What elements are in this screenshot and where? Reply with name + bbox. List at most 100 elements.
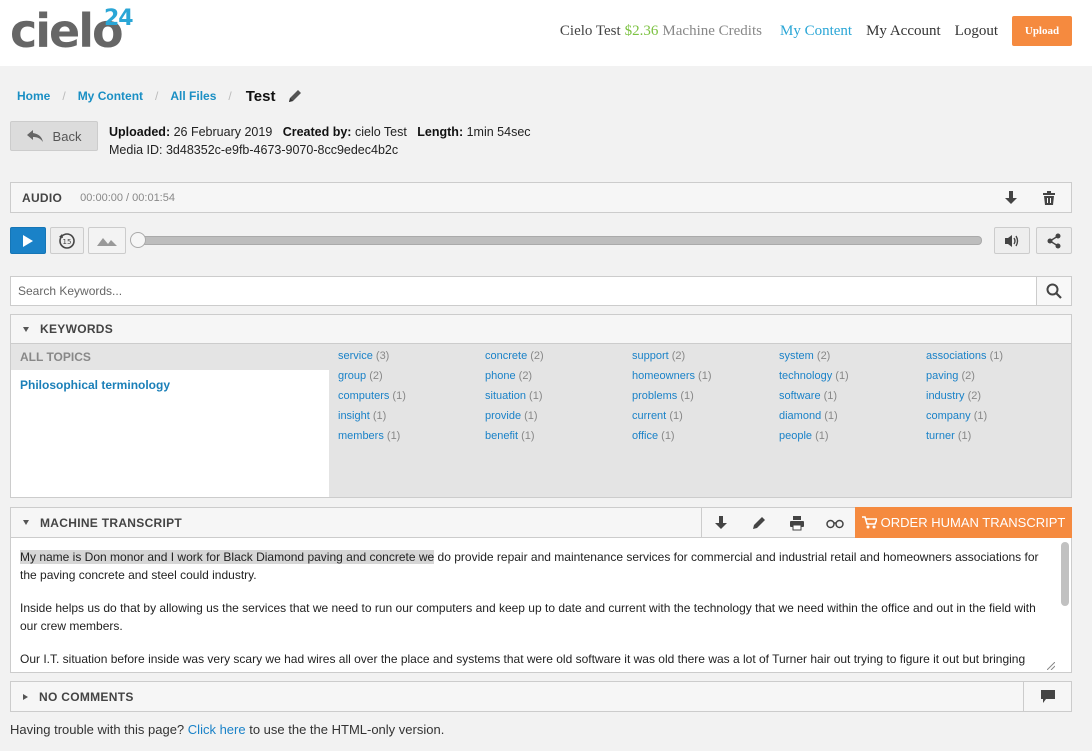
credits-amount: $2.36 [624,22,659,39]
keyword-item[interactable]: members (1) [338,430,400,442]
search-button[interactable] [1036,277,1071,305]
keyword-count: (2) [518,370,533,382]
comments-title: NO COMMENTS [39,689,134,704]
trash-icon[interactable] [1041,190,1057,206]
length-label: Length: [417,125,464,139]
transcript-view-button[interactable] [816,507,854,538]
keyword-item[interactable]: homeowners (1) [632,370,712,382]
keyword-item[interactable]: paving (2) [926,370,975,382]
keyword-item[interactable]: current (1) [632,410,683,422]
html-only-link[interactable]: Click here [188,722,246,737]
keyword-count: (1) [372,410,387,422]
caret-down-icon [23,520,29,525]
transcript-highlight: My name is Don monor and I work for Blac… [20,550,435,564]
keyword-word: situation [485,390,526,402]
keyword-item[interactable]: software (1) [779,390,837,402]
cielo24-logo[interactable]: cielo 24 [10,6,134,56]
transcript-text[interactable]: My name is Don monor and I work for Blac… [20,548,1050,672]
rewind-15-button[interactable]: 15 [50,227,84,254]
audio-title: AUDIO [22,190,63,205]
breadcrumb-home[interactable]: Home [17,89,50,103]
comment-icon [1041,690,1055,703]
speed-button[interactable] [88,227,126,254]
seek-bar[interactable] [134,236,982,245]
transcript-tools [701,507,854,538]
uploaded-label: Uploaded: [109,125,171,139]
pencil-icon[interactable] [287,88,303,104]
upload-button[interactable]: Upload [1012,16,1072,46]
keyword-item[interactable]: problems (1) [632,390,694,402]
play-button[interactable] [10,227,46,254]
search-input[interactable] [11,277,1037,305]
keyword-word: homeowners [632,370,695,382]
back-arrow-icon [26,130,43,142]
keyword-word: people [779,430,813,442]
transcript-header[interactable]: MACHINE TRANSCRIPT ORDER HUMAN TRANSCRIP… [10,507,1072,538]
keyword-item[interactable]: situation (1) [485,390,543,402]
nav-my-account[interactable]: My Account [866,23,941,40]
transcript-scrollbar[interactable] [1061,542,1069,606]
keyword-count: (2) [961,370,975,382]
keyword-item[interactable]: concrete (2) [485,350,544,362]
printer-icon [790,515,804,530]
order-human-transcript-button[interactable]: ORDER HUMAN TRANSCRIPT [855,507,1072,538]
keyword-item[interactable]: associations (1) [926,350,1003,362]
footer-note: Having trouble with this page? Click her… [10,722,444,737]
footer-prefix: Having trouble with this page? [10,722,185,737]
keyword-item[interactable]: company (1) [926,410,987,422]
share-button[interactable] [1036,227,1072,254]
logo-number: 24 [104,6,134,31]
volume-button[interactable] [994,227,1030,254]
topics-header[interactable]: ALL TOPICS [11,344,329,370]
keyword-item[interactable]: support (2) [632,350,685,362]
keyword-item[interactable]: phone (2) [485,370,532,382]
keyword-item[interactable]: office (1) [632,430,675,442]
keyword-word: industry [926,390,965,402]
keyword-word: paving [926,370,959,382]
keyword-item[interactable]: group (2) [338,370,383,382]
add-comment-button[interactable] [1023,681,1072,712]
keyword-count: (1) [698,370,712,382]
transcript-download-button[interactable] [702,507,740,538]
keyword-count: (1) [835,370,849,382]
page-title: Test [245,87,276,105]
keyword-item[interactable]: system (2) [779,350,830,362]
keyword-item[interactable]: technology (1) [779,370,849,382]
breadcrumb-all-files[interactable]: All Files [170,89,216,103]
order-label: ORDER HUMAN TRANSCRIPT [880,515,1066,530]
transcript-title: MACHINE TRANSCRIPT [40,515,183,530]
transcript-body[interactable]: My name is Don monor and I work for Blac… [10,538,1072,673]
transcript-print-button[interactable] [778,507,816,538]
keyword-item[interactable]: diamond (1) [779,410,838,422]
transcript-paragraph: Inside helps us do that by allowing us t… [20,601,1036,633]
keyword-count: (1) [392,390,406,402]
download-icon[interactable] [1003,190,1019,206]
keyword-item[interactable]: benefit (1) [485,430,535,442]
resize-handle-icon[interactable] [1047,662,1055,670]
audio-panel-header: AUDIO 00:00:00 / 00:01:54 [10,182,1072,213]
keyword-count: (2) [530,350,544,362]
topic-item[interactable]: Philosophical terminology [11,370,329,392]
back-button[interactable]: Back [10,121,98,151]
seek-handle[interactable] [130,232,146,248]
comments-header[interactable]: NO COMMENTS [10,681,1072,712]
keyword-item[interactable]: computers (1) [338,390,406,402]
keyword-item[interactable]: provide (1) [485,410,538,422]
transcript-edit-button[interactable] [740,507,778,538]
keyword-item[interactable]: turner (1) [926,430,971,442]
keyword-word: group [338,370,367,382]
nav-my-content[interactable]: My Content [780,23,852,40]
keyword-word: concrete [485,350,528,362]
keyword-item[interactable]: people (1) [779,430,829,442]
keyword-word: provide [485,410,522,422]
keyword-item[interactable]: insight (1) [338,410,386,422]
keywords-header[interactable]: KEYWORDS [10,314,1072,344]
keyword-item[interactable]: industry (2) [926,390,981,402]
keyword-word: service [338,350,373,362]
nav-logout[interactable]: Logout [955,23,998,40]
breadcrumb-my-content[interactable]: My Content [78,89,143,103]
keyword-item[interactable]: service (3) [338,350,389,362]
length-value: 1min 54sec [466,125,531,139]
keyword-word: problems [632,390,678,402]
uploaded-value: 26 February 2019 [173,125,273,139]
